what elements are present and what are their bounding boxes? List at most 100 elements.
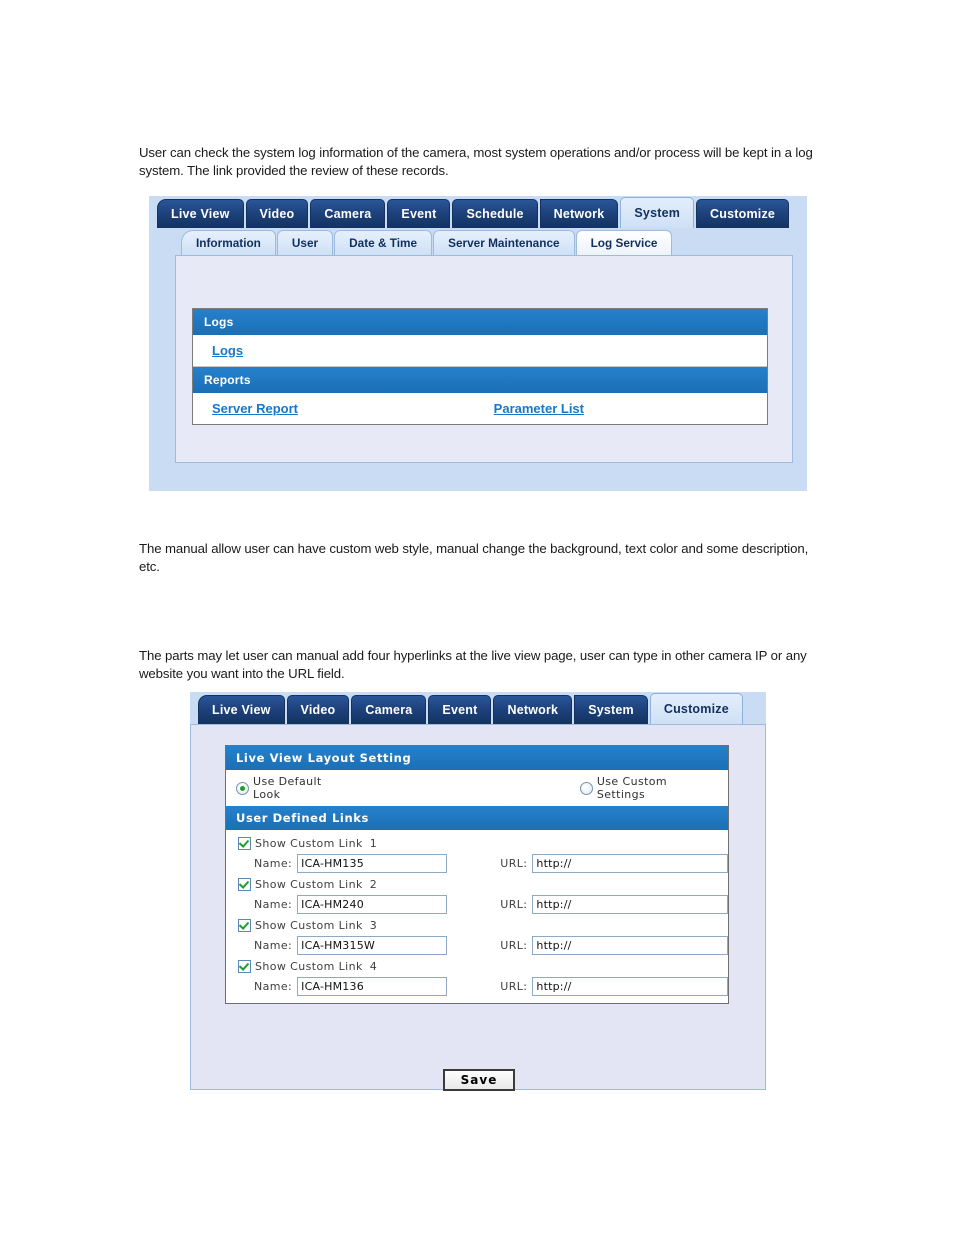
show-custom-link-3-number: 3 [369,919,378,932]
custom-link-2-url-input[interactable]: http:// [532,895,728,914]
subtab-information[interactable]: Information [181,230,276,255]
tab-label: Video [259,207,295,221]
table-row: Logs [193,335,767,367]
user-defined-links-block: Show Custom Link 1 Name: ICA-HM135 URL: … [226,830,728,1003]
radio-custom-settings-label: Use Custom Settings [596,775,668,801]
log-panel-inner: Information User Date & Time Server Main… [175,228,793,463]
subtab-label: Server Maintenance [448,236,560,250]
custom-link-4-url-input[interactable]: http:// [532,977,728,996]
parameter-list-link[interactable]: Parameter List [486,401,756,416]
url-label: URL: [500,898,528,911]
custom-link-4-name-input[interactable]: ICA-HM136 [297,977,448,996]
tab-label: System [634,206,681,220]
show-custom-link-1-number: 1 [369,837,378,850]
subtab-label: User [291,236,319,250]
tab-label: System [588,703,634,717]
customize-panel: Live View Video Camera Event Network Sys… [190,692,767,1091]
custom-link-1-url-input[interactable]: http:// [532,854,728,873]
tab-label: Customize [663,702,729,716]
tab-schedule[interactable]: Schedule [452,199,538,228]
tab-label: Event [401,207,437,221]
show-custom-link-1-row[interactable]: Show Custom Link 1 [226,835,728,852]
reports-section-header: Reports [193,367,767,393]
tab-camera[interactable]: Camera [351,695,427,724]
primary-tab-bar: Live View Video Camera Event Schedule Ne… [149,196,807,228]
tab-system[interactable]: System [574,695,648,724]
radio-default-look-label: Use Default Look [253,775,322,801]
show-custom-link-3-label: Show Custom Link [255,919,363,932]
log-panel-body: Logs Logs Reports Server Report Paramete… [175,255,793,463]
radio-default-look-icon[interactable] [236,781,249,795]
custom-link-4-fields: Name: ICA-HM136 URL: http:// [226,975,728,999]
show-custom-link-3-row[interactable]: Show Custom Link 3 [226,917,728,934]
subtab-date-time[interactable]: Date & Time [334,230,433,255]
log-settings-table: Logs Logs Reports Server Report Paramete… [192,308,768,425]
custom-link-1-fields: Name: ICA-HM135 URL: http:// [226,852,728,876]
show-custom-link-2-label: Show Custom Link [255,878,363,891]
paragraph-log-service: User can check the system log informatio… [139,145,813,178]
tab-event[interactable]: Event [387,199,451,228]
logs-section-header: Logs [193,309,767,335]
show-custom-link-4-label: Show Custom Link [255,960,363,973]
custom-link-3-fields: Name: ICA-HM315W URL: http:// [226,934,728,958]
tab-system[interactable]: System [620,197,695,228]
checkbox-show-custom-link-4-icon[interactable] [238,960,251,973]
name-label: Name: [254,980,293,993]
tab-label: Network [507,703,559,717]
url-label: URL: [500,939,528,952]
subtab-server-maintenance[interactable]: Server Maintenance [433,230,575,255]
url-label: URL: [500,980,528,993]
radio-option-default-look[interactable]: Use Default Look [236,775,352,801]
tab-live-view[interactable]: Live View [157,199,244,228]
live-view-layout-form: Live View Layout Setting Use Default Loo… [225,745,729,1004]
radio-custom-settings-icon[interactable] [579,781,593,795]
tab-event[interactable]: Event [428,695,492,724]
tab-label: Camera [324,207,372,221]
show-custom-link-4-row[interactable]: Show Custom Link 4 [226,958,728,975]
user-defined-links-header: User Defined Links [226,806,728,830]
tab-label: Event [442,703,478,717]
tab-network[interactable]: Network [493,695,573,724]
save-button-wrap: Save [191,1055,767,1091]
name-label: Name: [254,898,293,911]
server-report-link[interactable]: Server Report [204,401,298,416]
subtab-log-service[interactable]: Log Service [575,230,673,255]
save-button[interactable]: Save [442,1069,516,1091]
subtab-user[interactable]: User [276,230,334,255]
custom-link-3-url-input[interactable]: http:// [532,936,728,955]
tab-video[interactable]: Video [286,695,350,724]
tab-video[interactable]: Video [245,199,309,228]
show-custom-link-4-number: 4 [369,960,378,973]
tab-customize[interactable]: Customize [649,693,743,724]
paragraph-custom-web-style: The manual allow user can have custom we… [139,541,809,574]
tab-camera[interactable]: Camera [310,199,386,228]
subtab-label: Information [196,236,261,250]
tab-live-view[interactable]: Live View [198,695,285,724]
tab-label: Live View [212,703,271,717]
tab-label: Schedule [466,207,524,221]
log-service-panel: Live View Video Camera Event Schedule Ne… [149,196,807,491]
custom-link-2-fields: Name: ICA-HM240 URL: http:// [226,893,728,917]
paragraph-user-defined-links: The parts may let user can manual add fo… [139,648,807,681]
custom-link-2-name-input[interactable]: ICA-HM240 [297,895,448,914]
primary-tab-bar: Live View Video Camera Event Network Sys… [190,692,766,724]
secondary-tab-bar: Information User Date & Time Server Main… [175,228,793,255]
show-custom-link-2-row[interactable]: Show Custom Link 2 [226,876,728,893]
tab-label: Camera [365,703,413,717]
tab-label: Video [300,703,336,717]
customize-panel-body: Live View Layout Setting Use Default Loo… [190,724,767,1091]
logs-link[interactable]: Logs [204,343,243,358]
checkbox-show-custom-link-3-icon[interactable] [238,919,251,932]
radio-option-custom-settings[interactable]: Use Custom Settings [579,775,718,801]
look-mode-row: Use Default Look Use Custom Settings [226,770,728,806]
subtab-label: Log Service [590,236,658,250]
tab-customize[interactable]: Customize [696,199,790,228]
show-custom-link-2-number: 2 [369,878,378,891]
layout-setting-header: Live View Layout Setting [226,746,728,770]
table-row: Server Report Parameter List [193,393,767,424]
custom-link-3-name-input[interactable]: ICA-HM315W [297,936,448,955]
tab-network[interactable]: Network [539,199,619,228]
checkbox-show-custom-link-2-icon[interactable] [238,878,251,891]
checkbox-show-custom-link-1-icon[interactable] [238,837,251,850]
custom-link-1-name-input[interactable]: ICA-HM135 [297,854,448,873]
